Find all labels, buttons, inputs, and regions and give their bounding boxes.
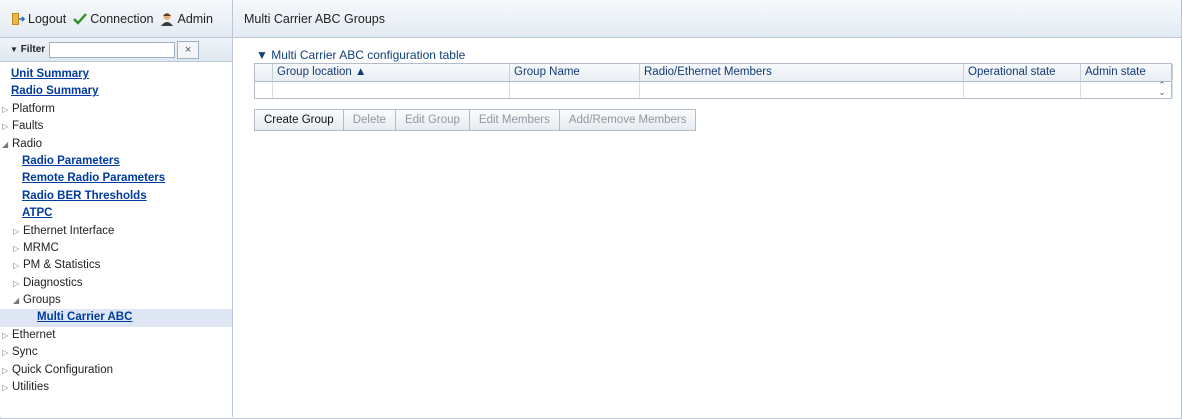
column-header[interactable]: Group location ▲ [273,64,510,81]
nav-item-label: Utilities [12,381,50,394]
nav-item-radio[interactable]: ◢ Radio [0,136,232,153]
collapsed-triangle-icon: ▷ [13,278,20,288]
edit-group-button[interactable]: Edit Group [394,109,470,131]
filter-clear-button[interactable]: × [177,40,200,59]
nav-item-radio-ber-thresholds[interactable]: Radio BER Thresholds [0,188,232,205]
section-toggle[interactable]: ▼ Multi Carrier ABC configuration table [256,48,465,62]
admin-button[interactable]: Admin [160,11,213,26]
nav-item-label: Sync [12,346,38,359]
nav-item-quick-configuration[interactable]: ▷ Quick Configuration [0,362,232,379]
nav-item-label: Groups [23,294,61,307]
row-scroll-spinner[interactable]: ⌃ ⌄ [1155,81,1169,97]
nav-item-remote-radio-parameters[interactable]: Remote Radio Parameters [0,170,232,187]
logout-door-icon [11,12,25,26]
nav-item-label: MRMC [23,241,59,254]
create-group-button[interactable]: Create Group [254,109,344,131]
table-cell[interactable] [273,82,510,98]
sidebar: Logout Connection Admin ▼ Filter × Unit … [0,0,233,417]
logout-button[interactable]: Logout [11,12,66,26]
filter-bar: ▼ Filter × [0,38,232,62]
connection-label: Connection [90,11,154,26]
nav-item-diagnostics[interactable]: ▷ Diagnostics [0,275,232,292]
nav-item-label: Radio BER Thresholds [22,189,147,202]
add-remove-members-button[interactable]: Add/Remove Members [558,109,697,131]
nav-item-label: ATPC [22,207,53,220]
nav-item-multi-carrier-abc[interactable]: Multi Carrier ABC [0,309,232,327]
logout-label: Logout [28,11,67,26]
expanded-triangle-icon: ◢ [2,139,9,149]
column-header[interactable]: Radio/Ethernet Members [640,64,964,81]
table-cell[interactable] [255,82,273,98]
nav-item-label: Radio Summary [11,85,99,98]
chevron-down-icon: ⌄ [1158,87,1166,97]
configuration-table: Group location ▲ Group Name Radio/Ethernet… [254,63,1173,99]
nav-item-label: Platform [12,102,55,115]
nav-item-label: PM & Statistics [23,259,101,272]
nav-item-label: Ethernet Interface [23,224,115,237]
nav-item-label: Unit Summary [11,68,89,80]
collapsed-triangle-icon: ▷ [2,122,9,132]
nav-item-label: Radio [12,137,43,150]
collapsed-triangle-icon: ▷ [2,365,9,375]
nav-item-radio-summary[interactable]: Radio Summary [0,83,232,100]
nav-item-label: Faults [12,120,44,133]
delete-button[interactable]: Delete [342,109,396,131]
nav-item-atpc[interactable]: ATPC [0,205,232,222]
nav-item-platform[interactable]: ▷ Platform [0,101,232,118]
action-buttons: Create Group Delete Edit Group Edit Members… [254,109,697,131]
admin-label: Admin [177,11,213,26]
nav-item-label: Multi Carrier ABC [37,311,133,324]
table-row[interactable] [255,82,1173,98]
table-cell[interactable] [640,82,964,98]
column-header[interactable] [255,64,273,81]
table-cell[interactable] [510,82,640,98]
column-header[interactable]: Admin state [1081,64,1173,81]
checkmark-icon [73,12,88,26]
collapsed-triangle-icon: ▷ [2,383,9,393]
edit-members-button[interactable]: Edit Members [468,109,560,131]
column-header[interactable]: Operational state [964,64,1081,81]
nav-item-label: Radio Parameters [22,154,120,167]
filter-label: ▼ Filter [10,44,46,55]
expanded-triangle-icon: ◢ [13,296,20,306]
nav-item-sync[interactable]: ▷ Sync [0,344,232,361]
nav-item-groups[interactable]: ◢ Groups [0,292,232,309]
nav-item-label: Ethernet [12,328,56,341]
nav-item-label: Remote Radio Parameters [22,172,166,185]
nav-item-faults[interactable]: ▷ Faults [0,118,232,135]
collapsed-triangle-icon: ▷ [2,330,9,340]
table-header-row: Group location ▲ Group Name Radio/Ethernet… [255,64,1173,82]
main-panel: Multi Carrier ABC Groups ▼ Multi Carrier… [233,0,1181,417]
admin-user-icon [160,12,174,26]
nav-item-pm-statistics[interactable]: ▷ PM & Statistics [0,257,232,274]
top-toolbar: Logout Connection Admin [0,0,232,38]
nav-item-label: Quick Configuration [12,363,113,376]
collapsed-triangle-icon: ▷ [2,348,9,358]
table-cell[interactable] [964,82,1081,98]
connection-button[interactable]: Connection [73,12,153,26]
filter-arrow-icon: ▼ [10,45,18,54]
close-icon: × [184,43,192,56]
collapsed-triangle-icon: ▷ [13,243,20,253]
nav-item-ethernet[interactable]: ▷ Ethernet [0,327,232,344]
nav-item-label: Diagnostics [23,276,83,289]
filter-input[interactable] [49,41,176,58]
collapsed-triangle-icon: ▷ [13,226,20,236]
nav-item-utilities[interactable]: ▷ Utilities [0,379,232,396]
collapsed-triangle-icon: ▷ [2,104,9,114]
nav-item-mrmc[interactable]: ▷ MRMC [0,240,232,257]
nav-item-unit-summary[interactable]: Unit Summary [0,66,232,83]
collapsed-triangle-icon: ▷ [13,261,20,271]
page-title: Multi Carrier ABC Groups [233,0,1181,38]
navigation-tree: Unit Summary Radio Summary ▷ Platform ▷ Fault… [0,66,232,396]
nav-item-ethernet-interface[interactable]: ▷ Ethernet Interface [0,223,232,240]
nav-item-radio-parameters[interactable]: Radio Parameters [0,153,232,170]
column-header[interactable]: Group Name [510,64,640,81]
